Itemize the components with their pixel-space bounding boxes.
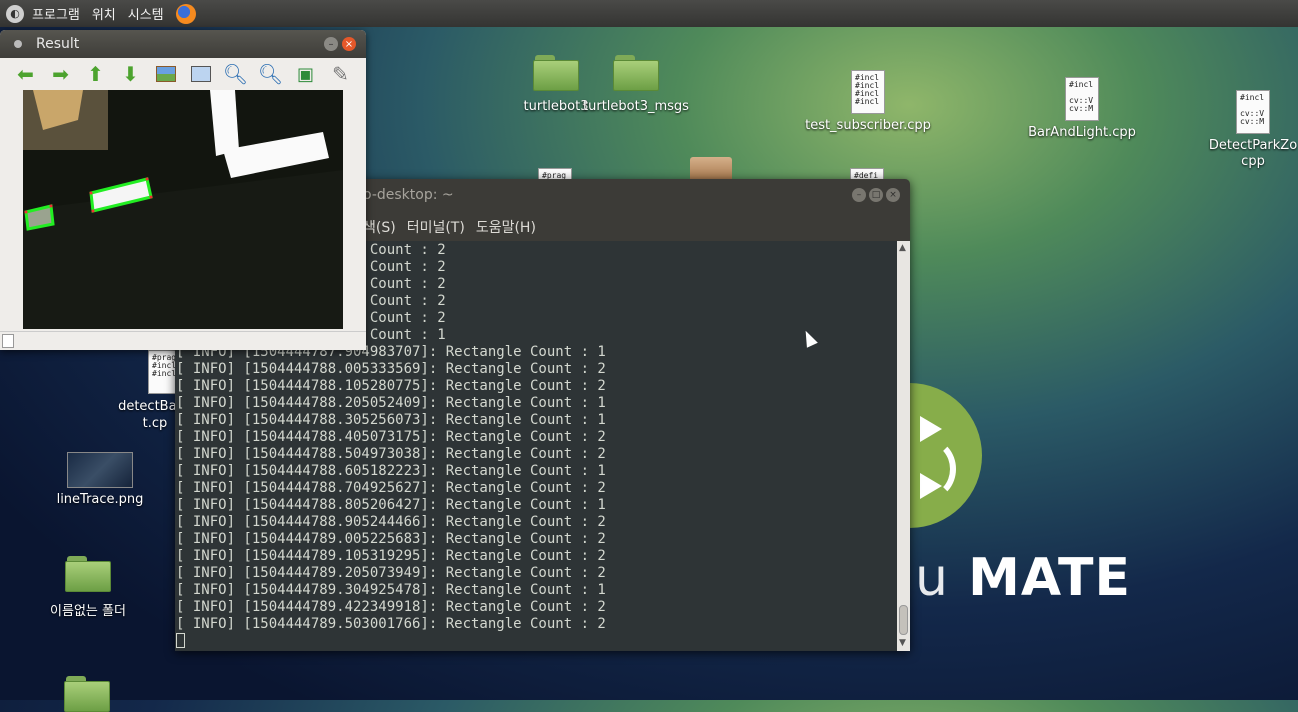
- desktop-icon-label: turtlebot3_msgs: [583, 99, 689, 114]
- terminal-line: [ INFO] [1504444789.503001766]: Rectangl…: [176, 616, 606, 632]
- terminal-line: [ INFO] [1504444788.005333569]: Rectangl…: [176, 361, 606, 377]
- window-menu-icon[interactable]: [14, 40, 22, 48]
- terminal-line: [ INFO] [1504444789.105319295]: Rectangl…: [176, 548, 606, 564]
- desktop-icon-label: lineTrace.png: [56, 492, 144, 507]
- menu-terminal[interactable]: 터미널(T): [407, 217, 465, 237]
- text-cursor: [176, 633, 185, 648]
- cpp-file-icon: #incl cv::V cv::M: [1236, 90, 1270, 134]
- zoom-out-icon[interactable]: 🔍︎: [253, 62, 288, 86]
- result-titlebar[interactable]: Result – ×: [0, 30, 366, 58]
- status-box: [2, 334, 14, 348]
- terminal-line: [ INFO] [1504444788.205052409]: Rectangl…: [176, 395, 606, 411]
- terminal-line: [ INFO] [1504444789.304925478]: Rectangl…: [176, 582, 606, 598]
- close-icon[interactable]: ×: [342, 37, 356, 51]
- terminal-line: [ INFO] [1504444788.405073175]: Rectangl…: [176, 429, 606, 445]
- folder-icon: [613, 55, 659, 91]
- desktop-folder-partial[interactable]: [64, 676, 110, 712]
- save-icon[interactable]: ▣: [288, 62, 323, 86]
- desktop-folder-unnamed[interactable]: 이름없는 폴더: [38, 556, 138, 619]
- maximize-icon[interactable]: □: [869, 188, 883, 202]
- terminal-line: [ INFO] [1504444789.005225683]: Rectangl…: [176, 531, 606, 547]
- zoom-fit-icon[interactable]: [183, 62, 218, 86]
- image-thumbnail-icon: [67, 452, 133, 488]
- terminal-line: [ INFO] [1504444789.422349918]: Rectangl…: [176, 599, 606, 615]
- terminal-line: [ INFO] [1504444788.305256073]: Rectangl…: [176, 412, 606, 428]
- terminal-title: o-desktop: ~: [363, 187, 454, 203]
- desktop-icon-label: test_subscriber.cpp: [805, 118, 931, 133]
- zoom-in-icon[interactable]: 🔍︎: [218, 62, 253, 86]
- desktop-icon-label: BarAndLight.cpp: [1028, 125, 1136, 140]
- result-title: Result: [36, 36, 80, 52]
- terminal-line: [ INFO] [1504444788.905244466]: Rectangl…: [176, 514, 606, 530]
- result-toolbar: ⬅ ➡ ⬆ ⬇ 🔍︎ 🔍︎ ▣ ✎: [0, 58, 366, 90]
- terminal-line: [ INFO] [1504444788.704925627]: Rectangl…: [176, 480, 606, 496]
- desktop-file-barandlight[interactable]: #incl cv::V cv::M BarAndLight.cpp: [1020, 77, 1144, 140]
- cpp-file-icon: #incl cv::V cv::M: [1065, 77, 1099, 121]
- arrow-up-icon[interactable]: ⬆: [78, 62, 113, 86]
- terminal-line: [ INFO] [1504444788.805206427]: Rectangl…: [176, 497, 606, 513]
- brush-icon[interactable]: ✎: [323, 62, 358, 86]
- desktop-icon-label: 이름없는 폴더: [50, 604, 126, 619]
- menu-programs[interactable]: 프로그램: [32, 4, 80, 23]
- desktop-file-linetrace[interactable]: lineTrace.png: [50, 452, 150, 507]
- terminal-line: [ INFO] [1504444789.205073949]: Rectangl…: [176, 565, 606, 581]
- scroll-up-icon[interactable]: ▲: [899, 243, 906, 253]
- firefox-icon[interactable]: [175, 3, 196, 24]
- arrow-down-icon[interactable]: ⬇: [113, 62, 148, 86]
- desktop-icon-label-2: cpp: [1241, 154, 1265, 169]
- top-panel: ◐ 프로그램 위치 시스템: [0, 0, 1298, 27]
- terminal-line: [ INFO] [1504444788.105280775]: Rectangl…: [176, 378, 606, 394]
- terminal-prompt: [175, 633, 897, 650]
- menu-help[interactable]: 도움말(H): [476, 217, 536, 237]
- mate-menu-icon[interactable]: ◐: [6, 4, 24, 23]
- camera-frame: [23, 90, 343, 329]
- close-icon[interactable]: ×: [886, 188, 900, 202]
- folder-icon: [533, 55, 579, 91]
- scroll-down-icon[interactable]: ▼: [899, 638, 906, 648]
- menu-system[interactable]: 시스템: [128, 4, 164, 23]
- desktop-folder-turtlebot3-msgs[interactable]: turtlebot3_msgs: [578, 55, 694, 114]
- minimize-icon[interactable]: –: [852, 188, 866, 202]
- terminal-scrollbar[interactable]: ▲ ▼: [897, 241, 910, 651]
- cpp-file-icon: #incl #incl #incl #incl: [851, 70, 885, 114]
- scrollbar-thumb[interactable]: [899, 605, 908, 635]
- package-icon[interactable]: [690, 157, 732, 179]
- result-window[interactable]: Result – × ⬅ ➡ ⬆ ⬇ 🔍︎ 🔍︎ ▣ ✎: [0, 30, 366, 350]
- desktop-file-test-subscriber[interactable]: #incl #incl #incl #incl test_subscriber.…: [800, 70, 936, 133]
- mate-prefix: u: [915, 548, 949, 608]
- desktop-file-detectparkzone[interactable]: #incl cv::V cv::M DetectParkZo cpp: [1198, 90, 1298, 170]
- camera-image[interactable]: [23, 90, 343, 329]
- desktop-icon-label: DetectParkZo: [1208, 138, 1298, 153]
- mate-text: MATE: [968, 548, 1132, 608]
- minimize-icon[interactable]: –: [324, 37, 338, 51]
- image-icon[interactable]: [148, 62, 183, 86]
- terminal-line: [ INFO] [1504444788.605182223]: Rectangl…: [176, 463, 606, 479]
- result-statusbar: [0, 331, 366, 349]
- arrow-right-icon[interactable]: ➡: [43, 62, 78, 86]
- menu-search[interactable]: 색(S): [363, 217, 396, 237]
- mate-wordmark: u MATE: [915, 548, 1131, 608]
- folder-icon: [64, 676, 110, 712]
- menu-places[interactable]: 위치: [92, 4, 116, 23]
- arrow-left-icon[interactable]: ⬅: [8, 62, 43, 86]
- terminal-line: [ INFO] [1504444788.504973038]: Rectangl…: [176, 446, 606, 462]
- folder-icon: [65, 556, 111, 592]
